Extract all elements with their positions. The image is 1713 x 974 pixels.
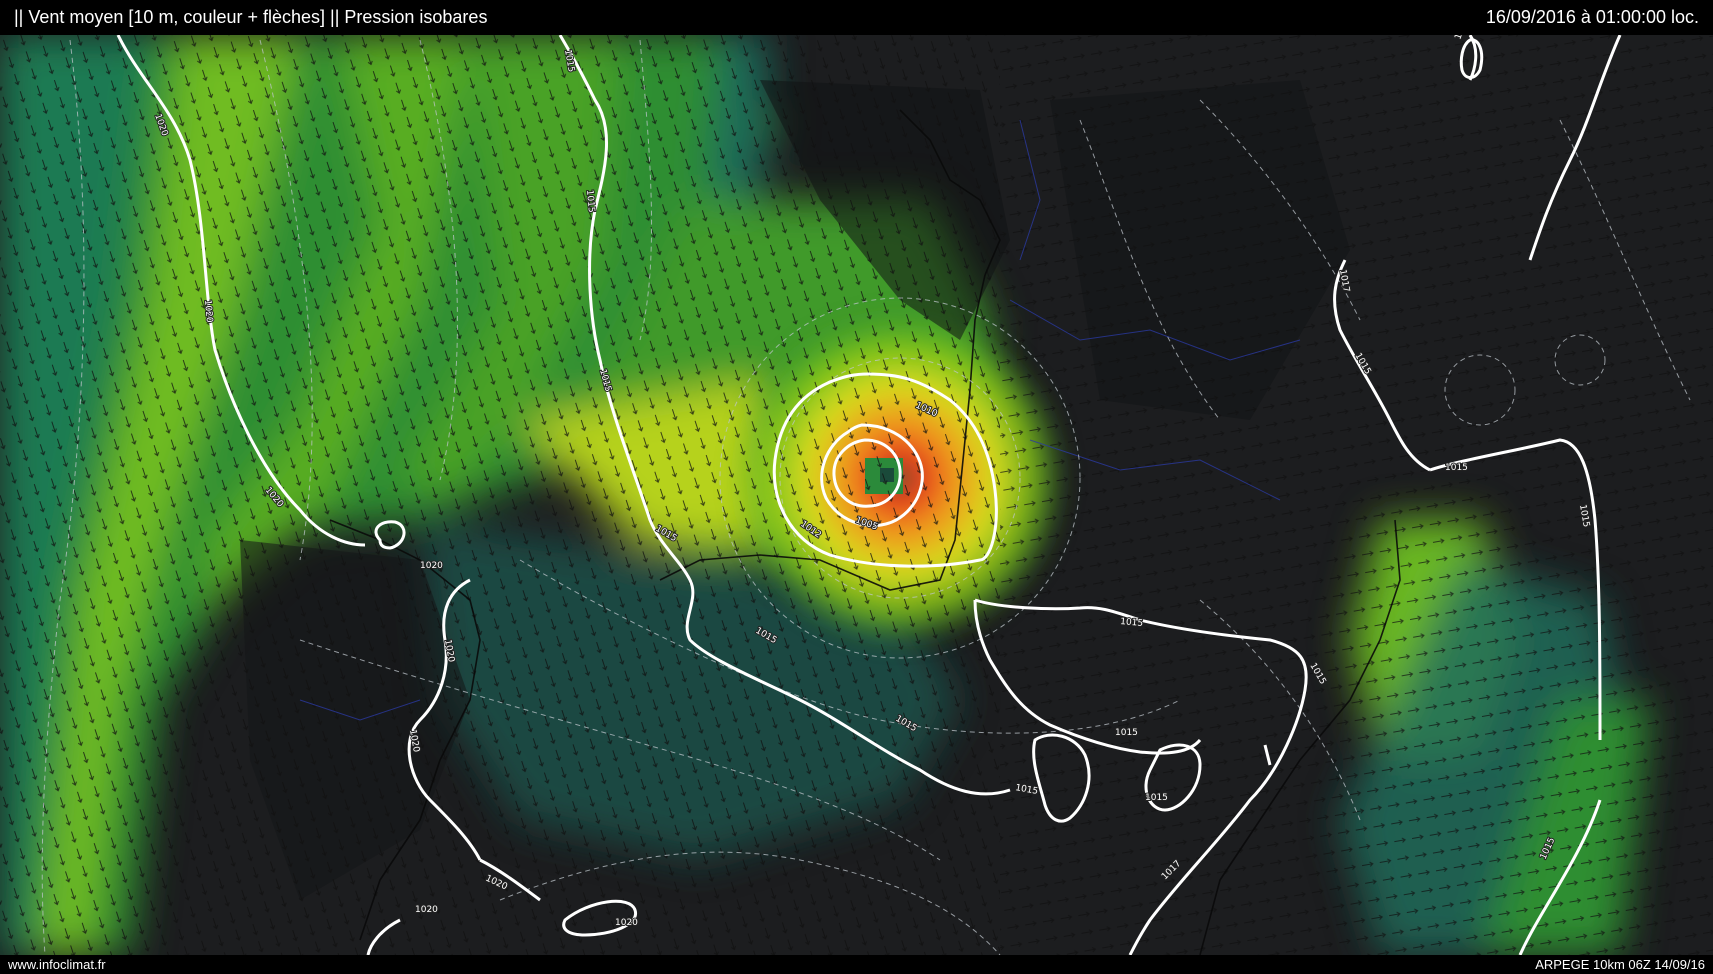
isobar-label: 1020 [615, 918, 638, 928]
isobar-label: 1015 [1145, 793, 1168, 803]
map-datetime: 16/09/2016 à 01:00:00 loc. [1485, 7, 1699, 27]
isobar-label: 1015 [1115, 728, 1138, 738]
isobar-label: 1015 [1445, 463, 1468, 473]
site-link[interactable]: www.infoclimat.fr [8, 957, 106, 972]
isobar-label: 1020 [202, 299, 214, 323]
wind-arrow-icon [0, 35, 1000, 955]
isobar-label: 1015 [1120, 617, 1144, 629]
header-bar: || Vent moyen [10 m, couleur + flèches] … [0, 0, 1713, 35]
model-run-label: ARPEGE 10km 06Z 14/09/16 [1535, 957, 1705, 972]
isobar-label: 1020 [420, 561, 443, 571]
footer-bar: www.infoclimat.fr ARPEGE 10km 06Z 14/09/… [0, 955, 1713, 974]
wind-arrow-icon [1000, 35, 1713, 955]
isobar-label: 1015 [584, 189, 596, 213]
map-title: || Vent moyen [10 m, couleur + flèches] … [14, 7, 488, 27]
weather-map[interactable]: 1020 1020 1020 1020 1015 1015 1015 1015 … [0, 0, 1713, 974]
isobar-label: 1020 [415, 905, 438, 915]
